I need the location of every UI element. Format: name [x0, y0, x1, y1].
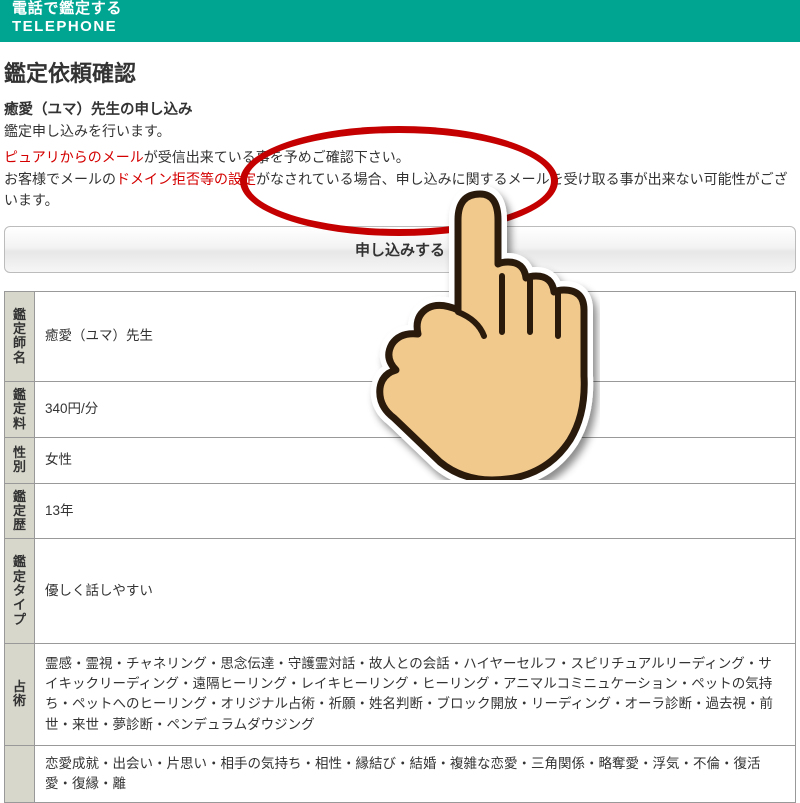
row-label: 鑑定料	[5, 382, 35, 438]
row-value: 女性	[35, 437, 796, 483]
notice-red-2: ドメイン拒否等の設定	[116, 171, 256, 187]
row-label: 鑑定師名	[5, 291, 35, 381]
row-value: 優しく話しやすい	[35, 539, 796, 643]
row-value: 霊感・霊視・チャネリング・思念伝達・守護霊対話・故人との会話・ハイヤーセルフ・ス…	[35, 643, 796, 745]
notice-line-1: ピュアリからのメールが受信出来ている事を予めご確認下さい。	[4, 147, 796, 167]
details-table: 鑑定師名 癒愛（ユマ）先生 鑑定料 340円/分 性別 女性 鑑定歴 13年 鑑…	[4, 291, 796, 803]
row-value: 癒愛（ユマ）先生	[35, 291, 796, 381]
content: 鑑定依頼確認 癒愛（ユマ）先生の申し込み 鑑定申し込みを行います。 ピュアリから…	[0, 42, 800, 803]
row-label: 鑑定歴	[5, 483, 35, 539]
notice-head-2: お客様でメールの	[4, 171, 116, 187]
section-header: 電話で鑑定する TELEPHONE	[0, 0, 800, 42]
row-value: 恋愛成就・出会い・片思い・相手の気持ち・相性・縁結び・結婚・複雑な恋愛・三角関係…	[35, 745, 796, 803]
table-row: 鑑定師名 癒愛（ユマ）先生	[5, 291, 796, 381]
header-title-en: TELEPHONE	[12, 18, 788, 36]
apply-button[interactable]: 申し込みする	[4, 226, 796, 273]
notice-tail-1: が受信出来ている事を予めご確認下さい。	[144, 149, 410, 165]
table-row: 鑑定歴 13年	[5, 483, 796, 539]
table-row: 占術 霊感・霊視・チャネリング・思念伝達・守護霊対話・故人との会話・ハイヤーセル…	[5, 643, 796, 745]
table-row: 恋愛成就・出会い・片思い・相手の気持ち・相性・縁結び・結婚・複雑な恋愛・三角関係…	[5, 745, 796, 803]
sub-title: 癒愛（ユマ）先生の申し込み	[4, 98, 796, 119]
row-label	[5, 745, 35, 803]
row-value: 13年	[35, 483, 796, 539]
row-value: 340円/分	[35, 382, 796, 438]
notice-red-1: ピュアリからのメール	[4, 149, 144, 165]
row-label: 性別	[5, 437, 35, 483]
header-title-jp: 電話で鑑定する	[12, 0, 788, 18]
page-title: 鑑定依頼確認	[4, 56, 796, 88]
table-row: 鑑定料 340円/分	[5, 382, 796, 438]
row-label: 鑑定タイプ	[5, 539, 35, 643]
table-row: 鑑定タイプ 優しく話しやすい	[5, 539, 796, 643]
notice-line-2: お客様でメールのドメイン拒否等の設定がなされている場合、申し込みに関するメールを…	[4, 169, 796, 210]
row-label: 占術	[5, 643, 35, 745]
table-row: 性別 女性	[5, 437, 796, 483]
description: 鑑定申し込みを行います。	[4, 121, 796, 141]
